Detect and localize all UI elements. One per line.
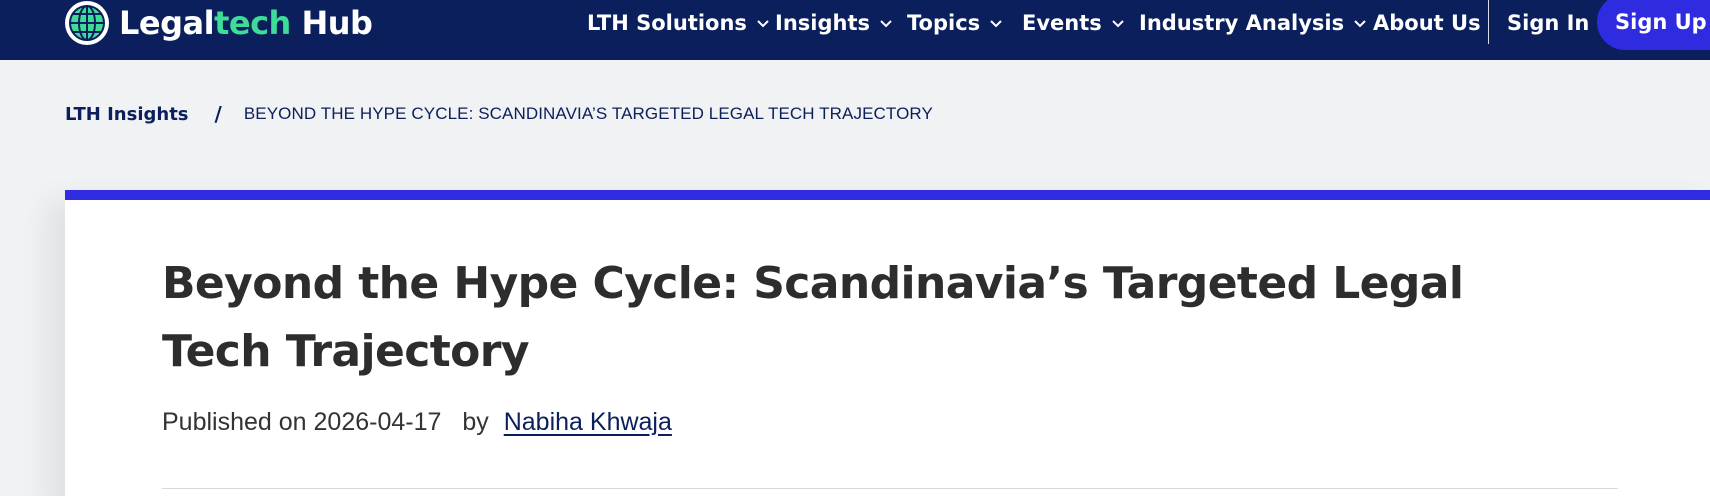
chevron-down-icon [1112,20,1124,28]
nav-item-label: Events [1022,11,1102,35]
published-prefix: Published on [162,408,307,436]
divider-line [162,488,1618,489]
nav-item-label: About Us [1373,11,1481,35]
chevron-down-icon [1354,20,1366,28]
chevron-down-icon [880,20,892,28]
nav-item-insights[interactable]: Insights [775,0,894,46]
nav-item-events[interactable]: Events [1022,0,1126,46]
nav-item-lth-solutions[interactable]: LTH Solutions [587,0,771,46]
nav-item-industry-analysis[interactable]: Industry Analysis [1139,0,1368,46]
nav-divider [1488,0,1489,44]
article-card: Beyond the Hype Cycle: Scandinavia’s Tar… [65,190,1710,496]
chevron-down-icon [990,20,1002,28]
breadcrumb-link-lth-insights[interactable]: LTH Insights [65,104,189,125]
logo-text-part2: tech [214,4,291,42]
nav-item-about-us[interactable]: About Us [1373,0,1481,46]
logo-wordmark: Legaltech Hub [119,4,373,42]
site-logo[interactable]: Legaltech Hub [64,0,373,46]
breadcrumb-current-page: BEYOND THE HYPE CYCLE: SCANDINAVIA’S TAR… [243,104,933,123]
logo-text-part1: Legal [119,4,215,42]
nav-item-topics[interactable]: Topics [907,0,1004,46]
breadcrumb-separator: / [214,102,222,126]
nav-item-label: LTH Solutions [587,11,747,35]
sign-up-button[interactable]: Sign Up [1597,0,1710,50]
nav-item-label: Industry Analysis [1139,11,1345,35]
sign-in-label: Sign In [1507,11,1590,35]
author-link[interactable]: Nabiha Khwaja [504,408,672,436]
globe-icon [65,1,109,45]
nav-item-label: Insights [775,11,870,35]
byline-prefix: by [462,408,489,436]
top-navigation-bar: Legaltech Hub LTH Solutions Insights Top… [0,0,1710,60]
article-title: Beyond the Hype Cycle: Scandinavia’s Tar… [162,258,1464,377]
chevron-down-icon [757,20,769,28]
article-meta: Published on 2026-04-17 by Nabiha Khwaja [162,408,672,437]
published-date: 2026-04-17 [313,408,442,436]
sign-in-link[interactable]: Sign In [1507,0,1589,46]
nav-item-label: Topics [907,11,981,35]
logo-text-part3: Hub [290,4,373,42]
sign-up-label: Sign Up [1615,10,1707,34]
breadcrumb: LTH Insights / BEYOND THE HYPE CYCLE: SC… [65,102,933,126]
